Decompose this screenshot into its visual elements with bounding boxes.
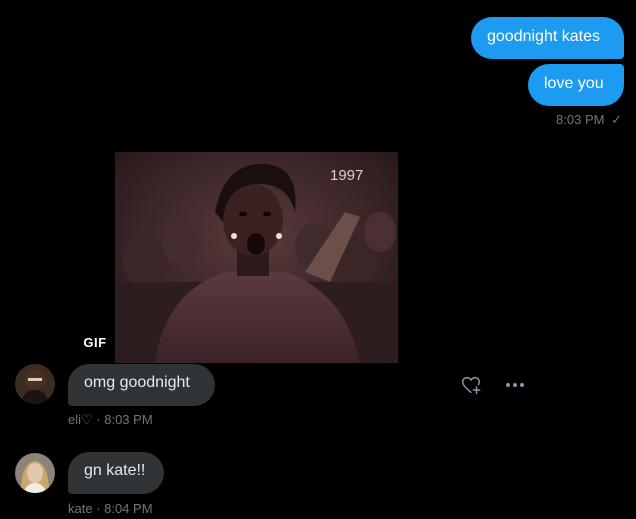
incoming-message[interactable]: omg goodnight	[68, 364, 215, 406]
incoming-message[interactable]: gn kate!!	[68, 452, 164, 494]
avatar-kate[interactable]	[15, 453, 55, 493]
message-timestamp: 8:03 PM	[104, 412, 153, 427]
message-timestamp: 8:03 PM	[556, 112, 605, 127]
incoming-message-meta: eli♡ · 8:03 PM	[68, 412, 153, 427]
more-horizontal-icon[interactable]	[502, 372, 528, 398]
message-timestamp: 8:04 PM	[104, 501, 153, 516]
sender-name[interactable]: kate	[68, 501, 93, 516]
gif-year-overlay: 1997	[330, 167, 363, 184]
outgoing-message[interactable]: love you	[528, 64, 624, 106]
read-checkmark-icon: ✓	[611, 112, 622, 127]
gif-badge: GIF	[75, 328, 115, 356]
heart-plus-icon[interactable]	[458, 372, 484, 398]
outgoing-message-meta: 8:03 PM ✓	[556, 112, 622, 128]
avatar-eli[interactable]	[15, 364, 55, 404]
outgoing-message[interactable]: goodnight kates	[471, 17, 624, 59]
incoming-message-meta: kate · 8:04 PM	[68, 501, 153, 516]
gif-still-frame: 1997	[115, 152, 398, 363]
sender-name[interactable]: eli♡	[68, 412, 93, 427]
conversation-view: goodnight kates love you 8:03 PM ✓ 1997 …	[0, 0, 636, 519]
gif-image[interactable]: 1997	[115, 152, 398, 363]
